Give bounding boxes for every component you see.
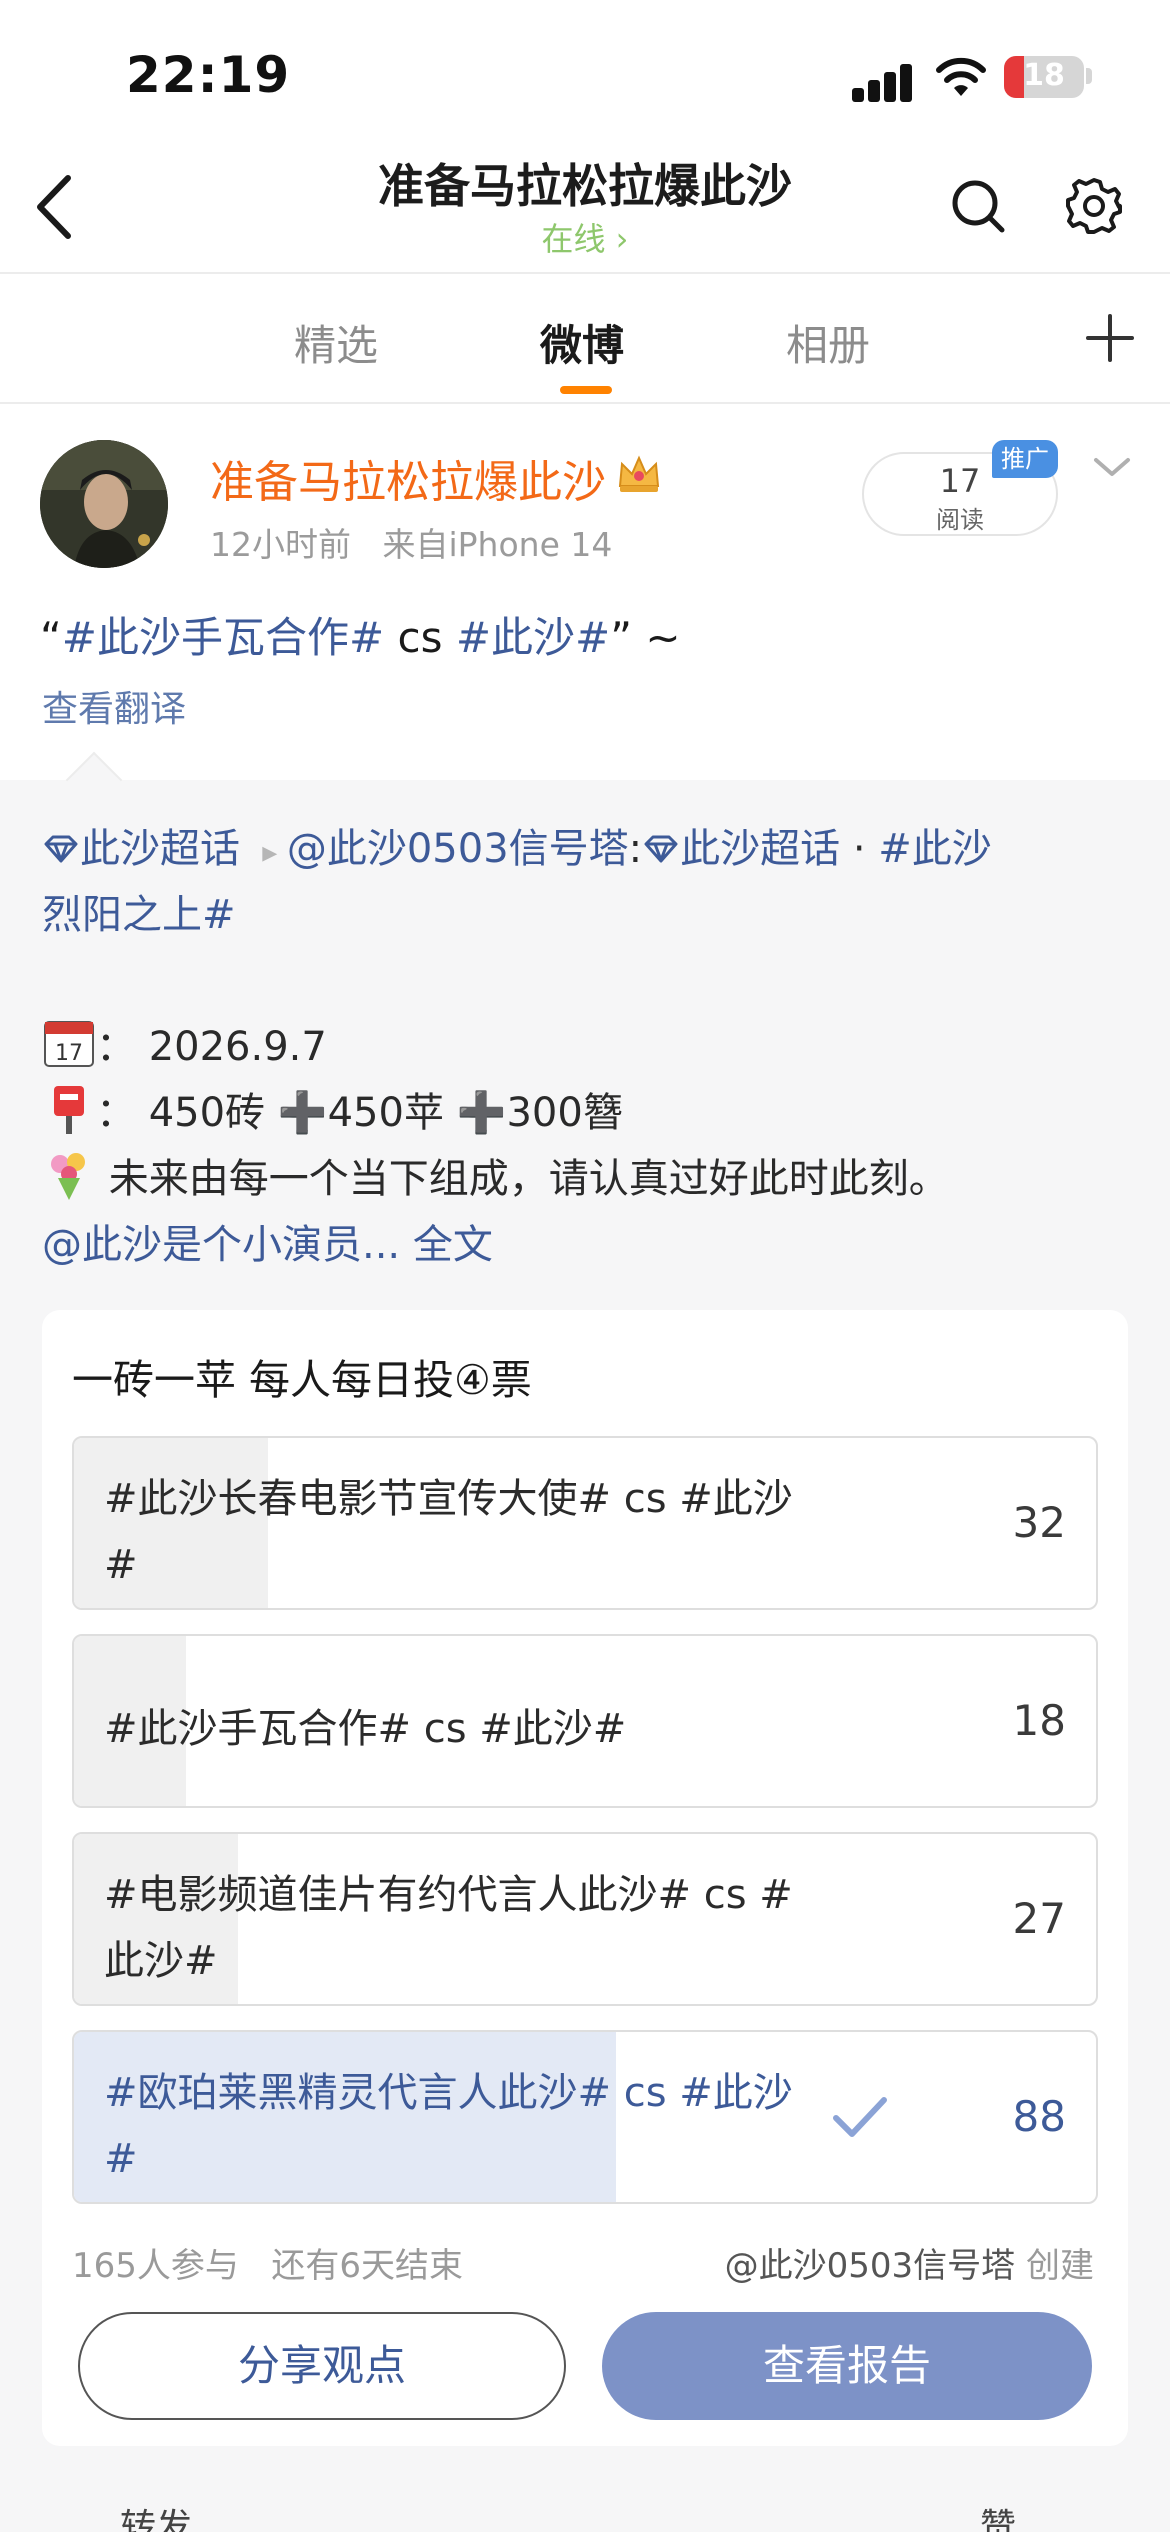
wifi-icon bbox=[936, 57, 986, 96]
plus-glyph: ➕ bbox=[277, 1090, 328, 1136]
mail-text-1: ： 450砖 bbox=[96, 1090, 266, 1136]
chevron-down-icon[interactable] bbox=[1090, 452, 1134, 482]
repost-dot: · bbox=[840, 826, 879, 872]
bouquet-icon bbox=[51, 1153, 85, 1200]
poll-stats: 165人参与 还有6天结束 bbox=[72, 2238, 463, 2287]
mail-text-2: 450苹 bbox=[327, 1090, 444, 1136]
repost-user-link[interactable]: @此沙0503信号塔 bbox=[287, 826, 629, 872]
tab-featured[interactable]: 精选 bbox=[294, 312, 378, 373]
post-meta: 12小时前 来自iPhone 14 bbox=[210, 518, 612, 566]
tab-weibo[interactable]: 微博 bbox=[540, 312, 624, 373]
check-icon bbox=[833, 2097, 887, 2137]
repost-hashtag[interactable]: #此沙 bbox=[878, 826, 992, 872]
tabs-divider bbox=[0, 402, 1170, 404]
full-text-link[interactable]: 全文 bbox=[400, 1222, 493, 1268]
poll-option-label: #电影频道佳片有约代言人此沙# cs #此沙# bbox=[104, 1872, 793, 1984]
avatar[interactable] bbox=[40, 440, 168, 568]
post-source: 来自iPhone 14 bbox=[382, 525, 613, 564]
bottom-action-bar: 转发 赞 bbox=[0, 2480, 1170, 2532]
post-text-mid: cs bbox=[384, 613, 456, 662]
poll-created-label: 创建 bbox=[1026, 2246, 1094, 2286]
date-text: ： 2026.9.7 bbox=[96, 1024, 327, 1070]
mail-line: ： 450砖 ➕450苹 ➕300簪 bbox=[42, 1080, 623, 1138]
battery-icon: 18 bbox=[1004, 56, 1084, 98]
poll-participants: 165人参与 bbox=[72, 2246, 239, 2286]
postbox-icon bbox=[54, 1086, 84, 1134]
author-name[interactable]: 准备马拉松拉爆此沙 bbox=[210, 446, 606, 510]
plus-icon[interactable] bbox=[1084, 312, 1136, 364]
repost-hashtag-line: 烈阳之上# bbox=[42, 882, 236, 940]
status-time: 22:19 bbox=[126, 46, 291, 104]
repost-action[interactable]: 转发 bbox=[120, 2498, 192, 2532]
read-label: 阅读 bbox=[936, 506, 984, 534]
post-text-suffix: ” ~ bbox=[610, 613, 681, 662]
svg-text:17: 17 bbox=[55, 1041, 83, 1066]
motto-text: 未来由每一个当下组成，请认真过好此时此刻。 bbox=[108, 1156, 949, 1202]
mail-text-3: 300簪 bbox=[506, 1090, 623, 1136]
post-hashtag[interactable]: #此沙# bbox=[456, 613, 610, 662]
poll-option-selected[interactable]: #欧珀莱黑精灵代言人此沙# cs #此沙# 88 bbox=[72, 2030, 1098, 2204]
plus-glyph: ➕ bbox=[456, 1090, 507, 1136]
translate-link[interactable]: 查看翻译 bbox=[42, 680, 186, 732]
poll-title: 一砖一苹 每人每日投④票 bbox=[72, 1356, 532, 1404]
poll-option-label: #此沙长春电影节宣传大使# cs #此沙# bbox=[104, 1476, 793, 1588]
poll-option-count: 32 bbox=[1012, 1498, 1066, 1547]
poll-creator-link[interactable]: @此沙0503信号塔 bbox=[725, 2246, 1016, 2286]
topic-link[interactable]: 此沙超话 bbox=[680, 826, 840, 872]
poll-option-count: 88 bbox=[1012, 2092, 1066, 2141]
motto-line: 未来由每一个当下组成，请认真过好此时此刻。 bbox=[42, 1146, 949, 1204]
poll-option[interactable]: #此沙长春电影节宣传大使# cs #此沙# 32 bbox=[72, 1436, 1098, 1610]
play-arrow-icon: ▸ bbox=[252, 835, 287, 870]
tab-active-indicator bbox=[560, 386, 612, 394]
battery-level: 18 bbox=[1023, 58, 1065, 93]
poll-option-count: 18 bbox=[1012, 1696, 1066, 1745]
calendar-icon: 17 bbox=[44, 1021, 94, 1067]
post-time: 12小时前 bbox=[210, 525, 351, 564]
poll-option-label: #欧珀莱黑精灵代言人此沙# cs #此沙# bbox=[104, 2070, 793, 2182]
gear-icon[interactable] bbox=[1064, 176, 1124, 236]
post-text: “#此沙手瓦合作# cs #此沙#” ~ bbox=[40, 604, 681, 665]
post-hashtag[interactable]: #此沙手瓦合作# bbox=[62, 613, 384, 662]
share-opinion-button[interactable]: 分享观点 bbox=[78, 2312, 566, 2420]
poll-option-count: 27 bbox=[1012, 1894, 1066, 1943]
poll-option[interactable]: #电影频道佳片有约代言人此沙# cs #此沙# 27 bbox=[72, 1832, 1098, 2006]
diamond-icon bbox=[44, 835, 78, 863]
poll-option-label: #此沙手瓦合作# cs #此沙# bbox=[104, 1706, 627, 1752]
header-divider bbox=[0, 272, 1170, 274]
topic-link[interactable]: 此沙超话 bbox=[80, 826, 240, 872]
cellular-signal-icon bbox=[852, 62, 914, 102]
poll-remaining: 还有6天结束 bbox=[271, 2246, 463, 2286]
poll-option[interactable]: #此沙手瓦合作# cs #此沙# 18 bbox=[72, 1634, 1098, 1808]
view-report-button[interactable]: 查看报告 bbox=[602, 2312, 1092, 2420]
tab-album[interactable]: 相册 bbox=[786, 312, 870, 373]
like-action[interactable]: 赞 bbox=[980, 2498, 1016, 2532]
repost-source-line: 此沙超话 ▸ @此沙0503信号塔: 此沙超话 · #此沙 bbox=[42, 816, 992, 874]
promo-badge[interactable]: 推广 bbox=[992, 440, 1058, 478]
battery-tip bbox=[1086, 68, 1092, 84]
repost-hashtag-cont[interactable]: 烈阳之上# bbox=[42, 892, 236, 938]
repost-colon: : bbox=[628, 826, 643, 872]
poll-creator: @此沙0503信号塔 创建 bbox=[725, 2238, 1094, 2287]
diamond-icon bbox=[644, 835, 678, 863]
mention-link[interactable]: @此沙是个小演员... bbox=[42, 1222, 400, 1268]
search-icon[interactable] bbox=[950, 178, 1006, 234]
crown-icon bbox=[618, 455, 660, 492]
mention-line: @此沙是个小演员... 全文 bbox=[42, 1212, 493, 1270]
post-text-prefix: “ bbox=[40, 613, 62, 662]
date-line: 17 ： 2026.9.7 bbox=[42, 1014, 327, 1072]
